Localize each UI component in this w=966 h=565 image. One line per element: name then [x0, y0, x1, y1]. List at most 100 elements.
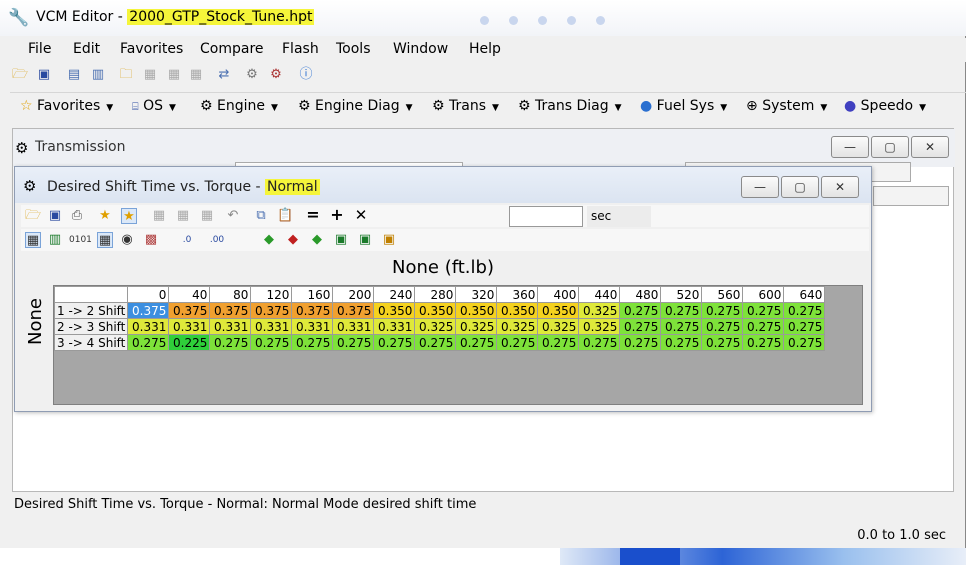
- table-cell[interactable]: 0.375: [291, 302, 334, 319]
- compare-icon[interactable]: ⇄: [216, 67, 232, 83]
- column-header[interactable]: 600: [742, 286, 785, 303]
- column-header[interactable]: 0: [127, 286, 170, 303]
- table-cell[interactable]: 0.275: [537, 334, 580, 351]
- table-cell[interactable]: 0.325: [537, 318, 580, 335]
- menu-help[interactable]: Help: [469, 41, 501, 57]
- maximize-button[interactable]: ▢: [781, 176, 819, 198]
- decimal-increase-icon[interactable]: .00: [209, 232, 225, 248]
- table-cell[interactable]: 0.325: [414, 318, 457, 335]
- menu-flash[interactable]: Flash: [282, 41, 319, 57]
- plus-icon[interactable]: +: [329, 207, 345, 223]
- table-cell[interactable]: 0.275: [496, 334, 539, 351]
- table-cell[interactable]: 0.350: [414, 302, 457, 319]
- column-header[interactable]: 480: [619, 286, 662, 303]
- column-header[interactable]: 160: [291, 286, 334, 303]
- row-header[interactable]: 3 -> 4 Shift: [53, 334, 129, 351]
- table-cell[interactable]: 0.275: [701, 318, 744, 335]
- tab[interactable]: [873, 186, 949, 206]
- multiply-icon[interactable]: ✕: [353, 207, 369, 223]
- column-header[interactable]: 200: [332, 286, 375, 303]
- table-cell[interactable]: 0.275: [578, 334, 621, 351]
- read-vehicle-icon[interactable]: ⚙: [244, 67, 260, 83]
- table-cell[interactable]: 0.275: [619, 318, 662, 335]
- save-icon[interactable]: ▣: [47, 208, 63, 224]
- minimize-button[interactable]: —: [831, 136, 869, 158]
- table-cell[interactable]: 0.275: [455, 334, 498, 351]
- column-header[interactable]: 320: [455, 286, 498, 303]
- table-cell[interactable]: 0.375: [209, 302, 252, 319]
- table-cell[interactable]: 0.331: [250, 318, 293, 335]
- page-icon[interactable]: ▤: [66, 67, 82, 83]
- minimize-button[interactable]: —: [741, 176, 779, 198]
- engine-dropdown[interactable]: ⚙ Engine ▼: [200, 98, 278, 114]
- table-cell[interactable]: 0.275: [783, 318, 826, 335]
- table-cell[interactable]: 0.350: [373, 302, 416, 319]
- column-header[interactable]: 80: [209, 286, 252, 303]
- document-icon[interactable]: ▥: [90, 67, 106, 83]
- column-header[interactable]: 240: [373, 286, 416, 303]
- table-cell[interactable]: 0.275: [660, 334, 703, 351]
- table-cell[interactable]: 0.331: [168, 318, 211, 335]
- table-cell[interactable]: 0.325: [455, 318, 498, 335]
- column-header[interactable]: 360: [496, 286, 539, 303]
- table-cell[interactable]: 0.275: [742, 334, 785, 351]
- table-cell[interactable]: 0.325: [578, 318, 621, 335]
- menu-tools[interactable]: Tools: [336, 41, 371, 57]
- table-cell[interactable]: 0.350: [496, 302, 539, 319]
- trans-dropdown[interactable]: ⚙ Trans ▼: [432, 98, 499, 114]
- table-cell[interactable]: 0.350: [537, 302, 580, 319]
- table-cell[interactable]: 0.331: [291, 318, 334, 335]
- smooth-h-icon[interactable]: ▣: [357, 232, 373, 248]
- undo-icon[interactable]: ↶: [225, 208, 241, 224]
- menu-window[interactable]: Window: [393, 41, 448, 57]
- favorite-toggle-icon[interactable]: ★: [121, 208, 137, 224]
- table-cell[interactable]: 0.275: [250, 334, 293, 351]
- close-button[interactable]: ✕: [911, 136, 949, 158]
- equals-icon[interactable]: =: [305, 207, 321, 223]
- table-cell[interactable]: 0.225: [168, 334, 211, 351]
- table-cell[interactable]: 0.325: [578, 302, 621, 319]
- grid-icon[interactable]: ▦: [97, 232, 113, 248]
- table-cell[interactable]: 0.331: [209, 318, 252, 335]
- table-view-icon[interactable]: ▦: [25, 232, 41, 248]
- table-cell[interactable]: 0.275: [291, 334, 334, 351]
- table-cell[interactable]: 0.275: [127, 334, 170, 351]
- value-input[interactable]: [509, 206, 583, 227]
- 3d-view-icon[interactable]: ◉: [119, 232, 135, 248]
- smooth-icon[interactable]: ▣: [333, 232, 349, 248]
- system-dropdown[interactable]: ⊕ System ▼: [746, 98, 827, 114]
- speedo-dropdown[interactable]: ● Speedo ▼: [844, 98, 926, 114]
- table-cell[interactable]: 0.275: [783, 302, 826, 319]
- chart-view-icon[interactable]: ▥: [47, 232, 63, 248]
- open-folder-icon[interactable]: 🗁: [25, 208, 41, 224]
- table-cell[interactable]: 0.275: [742, 318, 785, 335]
- table-cell[interactable]: 0.275: [619, 334, 662, 351]
- table-cell[interactable]: 0.350: [455, 302, 498, 319]
- table-cell[interactable]: 0.325: [496, 318, 539, 335]
- write-vehicle-icon[interactable]: ⚙: [268, 67, 284, 83]
- paste-icon[interactable]: 📋: [277, 208, 293, 224]
- column-header[interactable]: 640: [783, 286, 826, 303]
- engine-diag-dropdown[interactable]: ⚙ Engine Diag ▼: [298, 98, 413, 114]
- table-cell[interactable]: 0.275: [742, 302, 785, 319]
- table-cell[interactable]: 0.275: [414, 334, 457, 351]
- close-button[interactable]: ✕: [821, 176, 859, 198]
- table-cell[interactable]: 0.275: [701, 334, 744, 351]
- column-header[interactable]: 120: [250, 286, 293, 303]
- table-cell[interactable]: 0.375: [332, 302, 375, 319]
- row-header[interactable]: 1 -> 2 Shift: [53, 302, 129, 319]
- histogram-icon[interactable]: ▩: [143, 232, 159, 248]
- table-cell[interactable]: 0.275: [619, 302, 662, 319]
- column-header[interactable]: 560: [701, 286, 744, 303]
- interpolate-h-icon[interactable]: ◆: [285, 232, 301, 248]
- os-dropdown[interactable]: ⌸ OS ▼: [132, 98, 176, 114]
- menu-edit[interactable]: Edit: [73, 41, 100, 57]
- maximize-button[interactable]: ▢: [871, 136, 909, 158]
- row-header[interactable]: 2 -> 3 Shift: [53, 318, 129, 335]
- column-header[interactable]: 280: [414, 286, 457, 303]
- table-cell[interactable]: 0.275: [701, 302, 744, 319]
- table-cell[interactable]: 0.375: [127, 302, 170, 319]
- open-tune-icon[interactable]: 🗀: [118, 67, 134, 83]
- smooth-v-icon[interactable]: ▣: [381, 232, 397, 248]
- column-header[interactable]: 400: [537, 286, 580, 303]
